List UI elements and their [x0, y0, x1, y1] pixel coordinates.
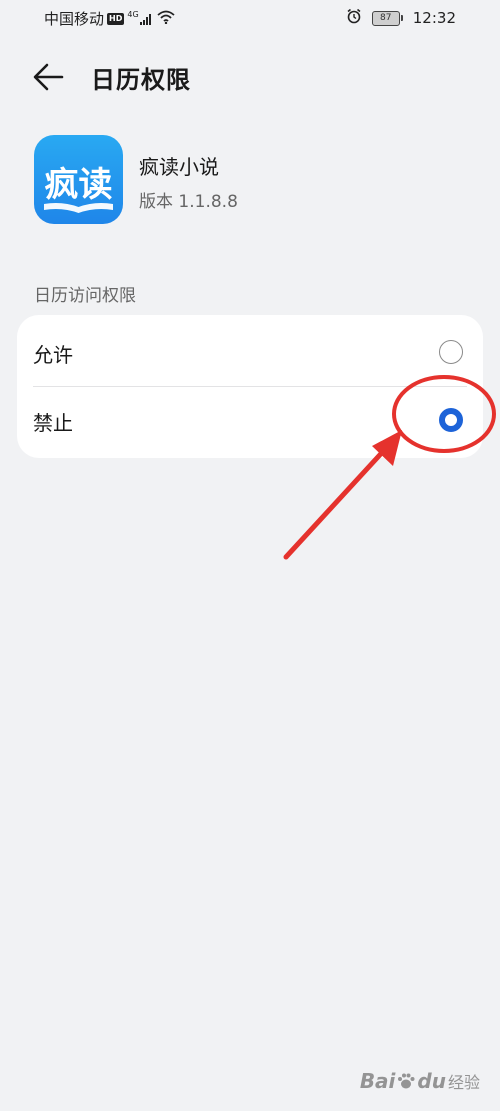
wifi-icon: [157, 10, 175, 28]
book-icon: [44, 203, 113, 213]
option-label: 允许: [33, 343, 73, 367]
status-time: 12:32: [412, 9, 456, 27]
network-badge: 4G: [127, 10, 139, 19]
option-deny[interactable]: 禁止: [17, 387, 483, 455]
status-bar-left: 中国移动 HD 4G: [44, 8, 175, 29]
radio-allow[interactable]: [439, 340, 463, 364]
app-name: 疯读小说: [139, 155, 219, 179]
option-label: 禁止: [33, 411, 73, 435]
back-arrow-icon: [33, 63, 64, 91]
app-info: 疯读 疯读小说 版本 1.1.8.8: [34, 135, 474, 227]
permission-options-card: 允许 禁止: [17, 315, 483, 458]
watermark-service: 经验: [447, 1073, 480, 1092]
hd-badge: HD: [107, 12, 125, 25]
paw-icon: [398, 1073, 415, 1089]
app-version: 版本 1.1.8.8: [139, 192, 238, 212]
watermark: Bai du 经验: [360, 1069, 480, 1093]
option-allow[interactable]: 允许: [17, 319, 483, 387]
status-bar: 中国移动 HD 4G 87 12:32: [0, 0, 500, 36]
app-icon-label: 疯读: [44, 165, 113, 205]
watermark-brand: Bai: [359, 1069, 396, 1093]
battery-icon: 87: [371, 10, 403, 26]
page-title: 日历权限: [91, 66, 191, 94]
carrier-name: 中国移动: [44, 10, 105, 28]
battery-level: 87: [371, 10, 400, 26]
app-icon: 疯读: [34, 135, 123, 224]
page-header: 日历权限: [0, 50, 500, 102]
signal-icon: [139, 13, 151, 25]
status-bar-right: 87 12:32: [346, 8, 456, 28]
back-button[interactable]: [28, 60, 72, 92]
radio-deny[interactable]: [439, 408, 463, 432]
watermark-brand-suffix: du: [417, 1069, 446, 1093]
section-label: 日历访问权限: [34, 286, 136, 306]
alarm-icon: [346, 8, 362, 28]
